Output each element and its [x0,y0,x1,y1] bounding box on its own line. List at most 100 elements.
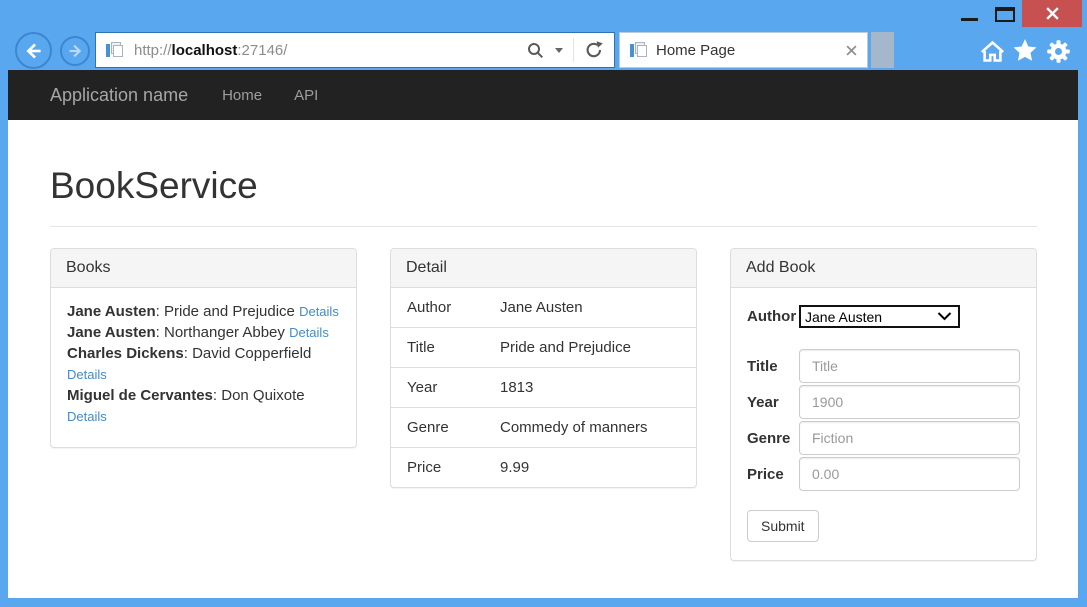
author-label: Author [747,308,799,325]
genre-input[interactable] [799,421,1020,455]
close-window-button[interactable] [1022,0,1082,27]
year-label: Year [747,394,799,411]
detail-label: Genre [391,408,484,448]
books-panel-heading: Books [51,249,356,288]
book-separator: : [213,387,221,404]
maximize-button[interactable] [995,7,1015,22]
book-title: David Copperfield [192,345,311,362]
genre-field-row: Genre [747,421,1020,455]
detail-row: Title Pride and Prejudice [391,328,696,368]
detail-label: Price [391,448,484,488]
book-entry: Charles Dickens: David Copperfield Detai… [67,343,340,385]
book-author: Miguel de Cervantes [67,387,213,404]
book-details-link[interactable]: Details [299,304,339,319]
book-author: Charles Dickens [67,345,184,362]
book-author: Jane Austen [67,303,156,320]
search-icon[interactable] [526,41,545,60]
book-separator: : [184,345,192,362]
page-content-frame: Application name Home API BookService Bo… [8,70,1078,598]
detail-panel: Detail Author Jane Austen Title Pride an… [390,248,697,488]
author-select-value: Jane Austen [805,309,937,325]
url-scheme: http:// [134,42,172,59]
tab-page-icon [628,40,648,60]
price-label: Price [747,466,799,483]
new-tab-button[interactable] [871,32,894,68]
page-title-divider [50,226,1037,227]
title-input[interactable] [799,349,1020,383]
book-title: Don Quixote [221,387,304,404]
chevron-down-icon [937,312,952,321]
maximize-icon [995,7,1015,22]
address-bar[interactable]: http://localhost:27146/ [95,32,615,68]
book-title: Pride and Prejudice [164,303,295,320]
detail-label: Author [391,288,484,328]
gear-icon [1045,38,1072,65]
detail-row: Price 9.99 [391,448,696,488]
refresh-icon[interactable] [584,40,604,60]
tab-home-page[interactable]: Home Page [619,32,868,68]
page-icon [104,40,124,60]
forward-button[interactable] [60,36,90,66]
year-input[interactable] [799,385,1020,419]
navbar-brand[interactable]: Application name [50,85,188,106]
url-rest: :27146/ [237,42,287,59]
detail-value: Commedy of manners [484,408,696,448]
genre-label: Genre [747,430,799,447]
close-icon [1045,6,1060,21]
tab-title: Home Page [656,42,846,59]
minimize-button[interactable] [957,10,983,26]
book-details-link[interactable]: Details [289,325,329,340]
book-separator: : [156,324,164,341]
books-panel: Books Jane Austen: Pride and Prejudice D… [50,248,357,448]
panels-row: Books Jane Austen: Pride and Prejudice D… [50,248,1037,561]
price-field-row: Price [747,457,1020,491]
book-entry: Jane Austen: Northanger Abbey Details [67,322,340,343]
home-icon [979,38,1006,65]
star-icon [1011,37,1039,65]
detail-label: Year [391,368,484,408]
book-title: Northanger Abbey [164,324,285,341]
detail-value: 1813 [484,368,696,408]
detail-row: Author Jane Austen [391,288,696,328]
favorites-button[interactable] [1011,37,1039,65]
search-dropdown-caret-icon[interactable] [555,48,563,53]
detail-table: Author Jane Austen Title Pride and Preju… [391,288,696,487]
back-button[interactable] [15,32,52,69]
url-host: localhost [172,42,238,59]
detail-row: Year 1813 [391,368,696,408]
detail-row: Genre Commedy of manners [391,408,696,448]
main-container: BookService Books Jane Austen: Pride and… [50,165,1037,561]
add-book-panel: Add Book Author Jane Austen [730,248,1037,561]
books-list: Jane Austen: Pride and Prejudice Details… [51,288,356,447]
url-text: http://localhost:27146/ [134,42,526,59]
settings-button[interactable] [1044,37,1072,65]
book-details-link[interactable]: Details [67,367,107,382]
detail-value: 9.99 [484,448,696,488]
year-field-row: Year [747,385,1020,419]
detail-label: Title [391,328,484,368]
title-label: Title [747,358,799,375]
back-arrow-icon [23,40,45,62]
add-book-form: Author Jane Austen Title [731,288,1036,560]
detail-panel-heading: Detail [391,249,696,288]
title-field-row: Title [747,349,1020,383]
price-input[interactable] [799,457,1020,491]
address-bar-divider [573,38,574,62]
minimize-icon [961,18,978,21]
forward-arrow-icon [66,42,84,60]
book-separator: : [156,303,164,320]
detail-value: Jane Austen [484,288,696,328]
author-field-row: Author Jane Austen [747,305,1020,328]
detail-value: Pride and Prejudice [484,328,696,368]
book-entry: Miguel de Cervantes: Don Quixote Details [67,385,340,427]
book-details-link[interactable]: Details [67,409,107,424]
navbar-link-home[interactable]: Home [222,87,262,104]
home-button[interactable] [978,37,1006,65]
submit-button[interactable]: Submit [747,510,819,542]
add-book-panel-heading: Add Book [731,249,1036,288]
navbar: Application name Home API [8,70,1078,120]
author-select[interactable]: Jane Austen [799,305,960,328]
browser-window: http://localhost:27146/ Home Page [0,0,1087,607]
navbar-link-api[interactable]: API [294,87,318,104]
tab-close-icon[interactable] [846,45,857,56]
